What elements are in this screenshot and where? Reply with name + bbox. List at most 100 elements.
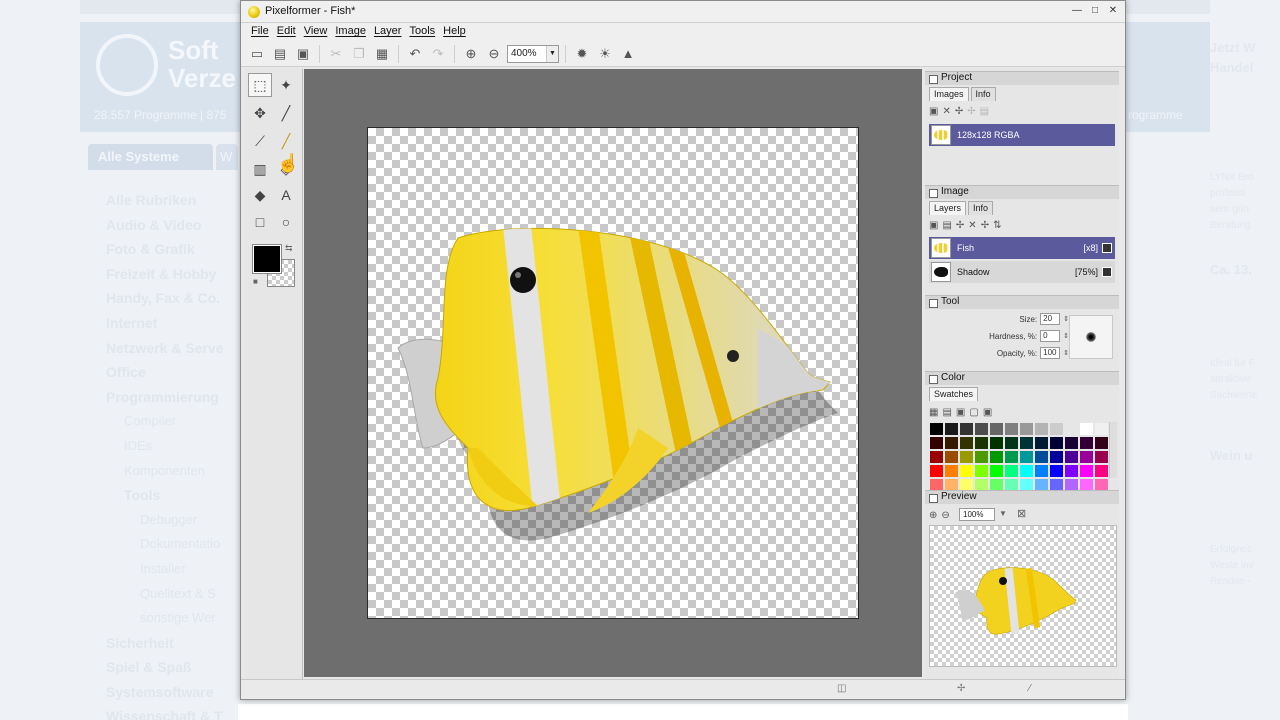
magic-wand-icon[interactable]: ✦ (274, 73, 298, 97)
image-panel-header[interactable]: Image (925, 185, 1119, 199)
color-swatch[interactable] (974, 436, 989, 450)
save-swatches-icon[interactable]: ▣ (956, 407, 965, 418)
opacity-input[interactable]: 100 (1040, 347, 1061, 359)
tab-image-info[interactable]: Info (968, 201, 994, 215)
menu-file[interactable]: File (247, 23, 273, 41)
color-swatch[interactable] (1019, 464, 1034, 478)
menu-tools[interactable]: Tools (405, 23, 439, 41)
rectangle-icon[interactable]: □ (248, 210, 272, 234)
text-icon[interactable]: A (274, 183, 298, 207)
color-swatch[interactable] (1004, 464, 1019, 478)
color-swatch[interactable] (1079, 450, 1094, 464)
color-panel-header[interactable]: Color (925, 371, 1119, 385)
fit-icon[interactable]: ⊠ (1017, 507, 1026, 520)
color-swatch[interactable] (1064, 464, 1079, 478)
eraser-icon[interactable]: ◆ (248, 183, 272, 207)
color-swatch[interactable] (959, 436, 974, 450)
color-swatch[interactable] (1004, 422, 1019, 436)
remove-swatch-icon[interactable]: ▣ (983, 407, 992, 418)
color-swatch[interactable] (1049, 464, 1064, 478)
gradient-icon[interactable]: ▥ (248, 157, 272, 181)
visibility-icon[interactable] (1102, 243, 1112, 253)
zoom-in-icon[interactable]: ⊕ (461, 44, 481, 64)
preview-image[interactable] (929, 525, 1117, 667)
color-swatch[interactable] (1094, 450, 1109, 464)
ellipse-icon[interactable]: ○ (274, 210, 298, 234)
project-panel-header[interactable]: Project (925, 71, 1119, 85)
document-canvas[interactable] (367, 127, 859, 619)
color-swatch[interactable] (1034, 422, 1049, 436)
image-list-item[interactable]: 128x128 RGBA (929, 124, 1115, 146)
load-swatches-icon[interactable]: ▤ (942, 407, 951, 418)
color-swatch[interactable] (929, 464, 944, 478)
preview-zoom-select[interactable]: 100% (959, 508, 995, 521)
tab-images[interactable]: Images (929, 87, 969, 101)
size-input[interactable]: 20 (1040, 313, 1061, 325)
save-icon[interactable]: ▣ (293, 44, 313, 64)
menu-help[interactable]: Help (439, 23, 470, 41)
color-swatch[interactable] (1094, 436, 1109, 450)
color-swatch[interactable] (1019, 436, 1034, 450)
zoom-out-icon[interactable]: ⊖ (941, 510, 949, 521)
tool-panel-header[interactable]: Tool (925, 295, 1119, 309)
redo-icon[interactable]: ↷ (428, 44, 448, 64)
color-swatch[interactable] (929, 436, 944, 450)
delete-image-icon[interactable]: ✕ (942, 106, 950, 117)
color-swatch[interactable] (1034, 464, 1049, 478)
new-icon[interactable]: ▭ (247, 44, 267, 64)
color-swatch[interactable] (1019, 422, 1034, 436)
grid-view-icon[interactable]: ▦ (929, 407, 938, 418)
hardness-input[interactable]: 0 (1040, 330, 1061, 342)
menu-image[interactable]: Image (331, 23, 370, 41)
reset-colors-icon[interactable]: ■ (253, 277, 258, 286)
merge-layer-icon[interactable]: ✢ (956, 220, 964, 231)
color-swatch[interactable] (1064, 450, 1079, 464)
color-swatch[interactable] (959, 422, 974, 436)
copy-icon[interactable]: ❐ (349, 44, 369, 64)
add-image-icon[interactable]: ▣ (929, 106, 938, 117)
swap-colors-icon[interactable]: ⇆ (285, 243, 293, 254)
menu-edit[interactable]: Edit (273, 23, 300, 41)
swatches-scrollbar[interactable] (1109, 422, 1117, 478)
color-swatch[interactable] (1049, 422, 1064, 436)
tab-swatches[interactable]: Swatches (929, 387, 979, 401)
color-swatch[interactable] (1004, 450, 1019, 464)
color-swatch[interactable] (959, 450, 974, 464)
duplicate-layer-icon[interactable]: ▤ (942, 220, 951, 231)
pin-icon[interactable]: ✢ (955, 106, 963, 117)
eyedropper-icon[interactable]: ╱ (274, 101, 298, 125)
layer-up-icon[interactable]: ✢ (981, 220, 989, 231)
close-button[interactable]: ✕ (1105, 4, 1121, 19)
zoom-out-icon[interactable]: ⊖ (484, 44, 504, 64)
marquee-select-icon[interactable]: ⬚ (248, 73, 272, 97)
color-swatch[interactable] (929, 422, 944, 436)
foreground-color-swatch[interactable] (252, 244, 282, 274)
color-swatch[interactable] (989, 464, 1004, 478)
color-swatch[interactable] (1079, 422, 1094, 436)
color-swatch[interactable] (944, 450, 959, 464)
color-swatch[interactable] (974, 450, 989, 464)
layer-row-fish[interactable]: Fish [x8] (929, 237, 1115, 259)
tab-layers[interactable]: Layers (929, 201, 967, 215)
delete-layer-icon[interactable]: ✕ (968, 220, 976, 231)
color-swatch[interactable] (974, 464, 989, 478)
color-swatch[interactable] (1064, 422, 1079, 436)
color-swatch[interactable] (1034, 450, 1049, 464)
brush-icon[interactable]: ╱ (274, 129, 298, 153)
visibility-icon[interactable] (1102, 267, 1112, 277)
color-swatch[interactable] (989, 436, 1004, 450)
color-swatch[interactable] (944, 436, 959, 450)
menu-layer[interactable]: Layer (370, 23, 406, 41)
color-swatch[interactable] (944, 422, 959, 436)
add-swatch-icon[interactable]: ▢ (969, 407, 978, 418)
chevron-down-icon[interactable]: ▼ (546, 45, 558, 62)
color-swatch[interactable] (1019, 450, 1034, 464)
cut-icon[interactable]: ✂ (326, 44, 346, 64)
minimize-button[interactable]: — (1069, 4, 1085, 19)
color-swatch[interactable] (1094, 422, 1109, 436)
color-swatch[interactable] (1034, 436, 1049, 450)
color-swatch[interactable] (989, 422, 1004, 436)
layer-row-shadow[interactable]: Shadow [75%] (929, 261, 1115, 283)
maximize-button[interactable]: □ (1087, 4, 1103, 19)
layer-down-icon[interactable]: ⇅ (993, 220, 1001, 231)
